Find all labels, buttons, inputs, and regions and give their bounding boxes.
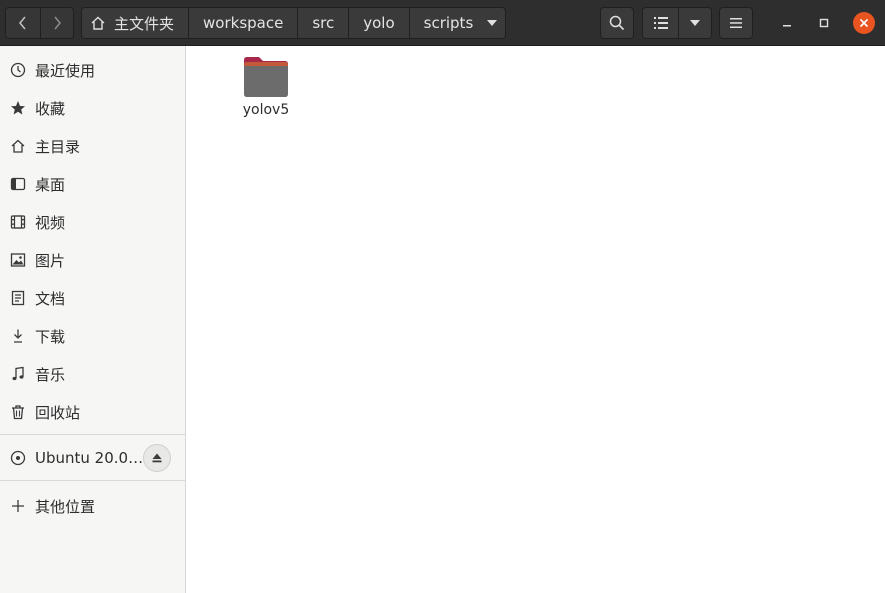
- file-name: yolov5: [242, 102, 290, 118]
- navigation-buttons: [5, 7, 74, 39]
- list-view-button[interactable]: [643, 8, 678, 38]
- sidebar-item-label: 收藏: [35, 99, 66, 118]
- sidebar: 最近使用 收藏 主目录 桌面 视频 图片 文档 下载 音乐 回收站 Ubuntu…: [0, 46, 186, 593]
- file-view: yolov5: [186, 46, 885, 593]
- maximize-button[interactable]: [813, 12, 835, 34]
- chevron-right-icon: [54, 16, 61, 30]
- menu-button[interactable]: [719, 7, 753, 39]
- image-icon: [10, 252, 26, 268]
- sidebar-item-music[interactable]: 音乐: [0, 355, 185, 393]
- sidebar-item-label: 主目录: [35, 137, 81, 156]
- breadcrumb-label: 主文件夹: [114, 14, 175, 33]
- breadcrumb: 主文件夹 workspace src yolo scripts: [81, 7, 507, 39]
- home-icon: [10, 138, 26, 154]
- breadcrumb-workspace[interactable]: workspace: [188, 8, 298, 38]
- maximize-icon: [819, 18, 829, 28]
- view-switcher: [642, 7, 712, 39]
- sidebar-item-label: 视频: [35, 213, 66, 232]
- search-icon: [609, 15, 625, 31]
- breadcrumb-home[interactable]: 主文件夹: [82, 8, 189, 38]
- sidebar-item-recent[interactable]: 最近使用: [0, 51, 185, 89]
- breadcrumb-yolo[interactable]: yolo: [348, 8, 409, 38]
- breadcrumb-label: scripts: [423, 14, 474, 32]
- forward-button[interactable]: [39, 8, 73, 38]
- breadcrumb-label: src: [312, 14, 335, 32]
- breadcrumb-label: workspace: [203, 14, 284, 32]
- file-manager-window: 主文件夹 workspace src yolo scripts 最近使用 收藏 …: [0, 0, 885, 593]
- header-bar: 主文件夹 workspace src yolo scripts: [0, 0, 885, 46]
- sidebar-item-label: 其他位置: [35, 497, 96, 516]
- sidebar-item-label: 下载: [35, 327, 66, 346]
- breadcrumb-label: yolo: [363, 14, 395, 32]
- sidebar-item-label: Ubuntu 20.0…: [35, 449, 144, 467]
- hamburger-icon: [730, 18, 742, 28]
- sidebar-item-label: 桌面: [35, 175, 66, 194]
- film-icon: [10, 214, 26, 230]
- sidebar-item-label: 最近使用: [35, 61, 96, 80]
- disc-icon: [10, 450, 26, 466]
- breadcrumb-scripts[interactable]: scripts: [408, 8, 506, 38]
- eject-button[interactable]: [143, 444, 171, 472]
- chevron-left-icon: [18, 16, 26, 30]
- home-icon: [91, 16, 105, 30]
- trash-icon: [10, 404, 26, 420]
- sidebar-item-trash[interactable]: 回收站: [0, 393, 185, 431]
- sidebar-item-label: 图片: [35, 251, 66, 270]
- close-button[interactable]: [853, 12, 875, 34]
- sidebar-item-label: 文档: [35, 289, 66, 308]
- sidebar-item-desktop[interactable]: 桌面: [0, 165, 185, 203]
- music-icon: [10, 366, 26, 382]
- sidebar-item-documents[interactable]: 文档: [0, 279, 185, 317]
- sidebar-item-starred[interactable]: 收藏: [0, 89, 185, 127]
- folder-item[interactable]: yolov5: [236, 54, 296, 118]
- chevron-down-icon[interactable]: [487, 20, 498, 26]
- minimize-icon: [783, 25, 791, 27]
- sidebar-divider: [0, 434, 185, 435]
- plus-icon: [10, 498, 26, 514]
- sidebar-item-label: 音乐: [35, 365, 66, 384]
- eject-icon: [152, 453, 162, 463]
- download-icon: [10, 328, 26, 344]
- chevron-down-icon: [690, 20, 700, 26]
- document-icon: [10, 290, 26, 306]
- back-button[interactable]: [6, 8, 40, 38]
- close-icon: [859, 18, 869, 28]
- breadcrumb-src[interactable]: src: [297, 8, 349, 38]
- search-button[interactable]: [600, 7, 634, 39]
- sidebar-divider: [0, 480, 185, 481]
- sidebar-item-label: 回收站: [35, 403, 81, 422]
- sidebar-item-home[interactable]: 主目录: [0, 127, 185, 165]
- star-icon: [10, 100, 26, 116]
- sidebar-item-downloads[interactable]: 下载: [0, 317, 185, 355]
- sidebar-item-pictures[interactable]: 图片: [0, 241, 185, 279]
- desktop-icon: [10, 176, 26, 192]
- folder-icon: [244, 57, 288, 97]
- view-options-button[interactable]: [678, 8, 711, 38]
- sidebar-item-other-locations[interactable]: 其他位置: [0, 487, 185, 525]
- clock-icon: [10, 62, 26, 78]
- sidebar-item-videos[interactable]: 视频: [0, 203, 185, 241]
- list-view-icon: [653, 17, 668, 29]
- minimize-button[interactable]: [776, 12, 798, 34]
